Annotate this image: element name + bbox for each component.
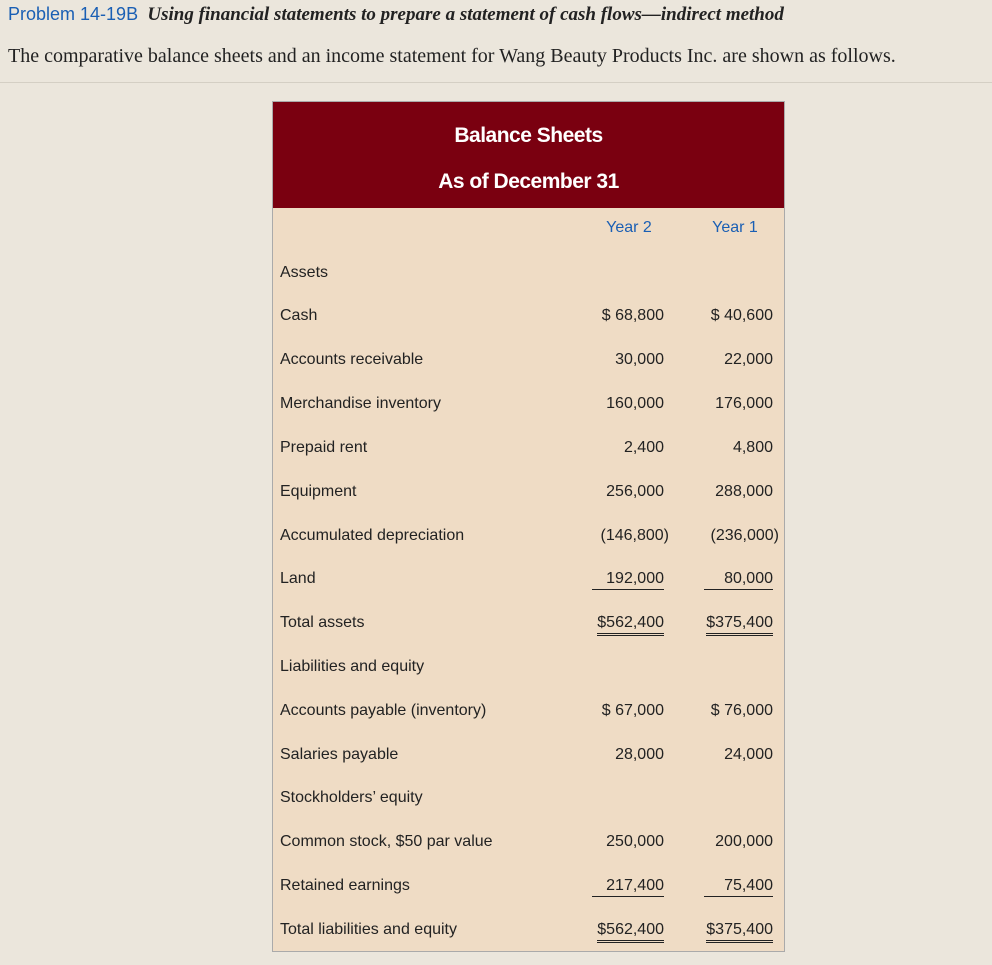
value-year2: 28,000 [615,746,664,763]
column-header-year2: Year 2 [606,219,652,236]
value-year2: 256,000 [606,483,664,500]
value-year1: $375,400 [706,614,773,636]
problem-title: Using financial statements to prepare a … [147,4,784,25]
value-year1: (236,000) [710,527,780,544]
table-row: Land 192,000 80,000 [273,570,784,614]
value-year2: $562,400 [597,921,664,943]
value-year1: 288,000 [715,483,773,500]
table-row: Cash $ 68,800 $ 40,600 [273,307,784,351]
value-year1: 176,000 [715,395,773,412]
table-row: Equipment 256,000 288,000 [273,483,784,527]
row-label: Salaries payable [280,746,399,763]
divider [0,82,992,83]
row-label: Prepaid rent [280,439,368,456]
value-year2: 160,000 [606,395,664,412]
problem-intro: The comparative balance sheets and an in… [8,45,896,67]
value-year1: 200,000 [715,833,773,850]
value-year2: (146,800) [600,527,670,544]
table-row: Accounts receivable 30,000 22,000 [273,351,784,395]
table-row: Prepaid rent 2,400 4,800 [273,439,784,483]
value-year1: $375,400 [706,921,773,943]
value-year2: 2,400 [623,439,664,456]
row-label: Merchandise inventory [280,395,441,412]
value-year2: $ 67,000 [601,702,664,719]
table-row: Stockholders’ equity [273,789,784,833]
row-label: Total assets [280,614,365,631]
row-label: Equipment [280,483,357,500]
table-row: Merchandise inventory 160,000 176,000 [273,395,784,439]
value-year1: 24,000 [724,746,773,763]
balance-sheet-table: Balance Sheets As of December 31 Year 2 … [272,101,785,952]
row-label: Land [280,570,316,587]
value-year1: 75,400 [704,877,773,897]
value-year1: 4,800 [732,439,773,456]
value-year2: 217,400 [592,877,664,897]
row-label: Cash [280,307,318,324]
table-row: Liabilities and equity [273,658,784,702]
problem-heading: Problem 14-19B Using financial statement… [8,2,784,27]
value-year2: $ 68,800 [601,307,664,324]
column-header-year1: Year 1 [712,219,758,236]
value-year1: 80,000 [704,570,773,590]
table-row: Common stock, $50 par value 250,000 200,… [273,833,784,877]
row-label: Common stock, $50 par value [280,833,493,850]
value-year1: $ 40,600 [710,307,773,324]
value-year2: 192,000 [592,570,664,590]
row-label: Accounts receivable [280,351,424,368]
table-row: Accounts payable (inventory) $ 67,000 $ … [273,702,784,746]
row-label: Retained earnings [280,877,410,894]
value-year2: $562,400 [597,614,664,636]
table-row: Total assets $562,400 $375,400 [273,614,784,658]
table-row: Assets [273,264,784,308]
row-label: Liabilities and equity [280,658,425,675]
value-year1: 22,000 [724,351,773,368]
table-row: Retained earnings 217,400 75,400 [273,877,784,921]
table-subtitle: As of December 31 [438,170,619,193]
problem-number: Problem 14-19B [8,4,139,24]
table-title: Balance Sheets [454,124,603,147]
table-row: Total liabilities and equity $562,400 $3… [273,921,784,965]
value-year2: 250,000 [606,833,664,850]
table-row: Accumulated depreciation (146,800) (236,… [273,527,784,571]
table-header: Balance Sheets As of December 31 [273,102,784,208]
value-year1: $ 76,000 [710,702,773,719]
row-label: Assets [280,264,329,281]
row-label: Accumulated depreciation [280,527,465,544]
row-label: Accounts payable (inventory) [280,702,487,719]
row-label: Stockholders’ equity [280,789,423,806]
table-row: Salaries payable 28,000 24,000 [273,746,784,790]
row-label: Total liabilities and equity [280,921,457,938]
value-year2: 30,000 [615,351,664,368]
